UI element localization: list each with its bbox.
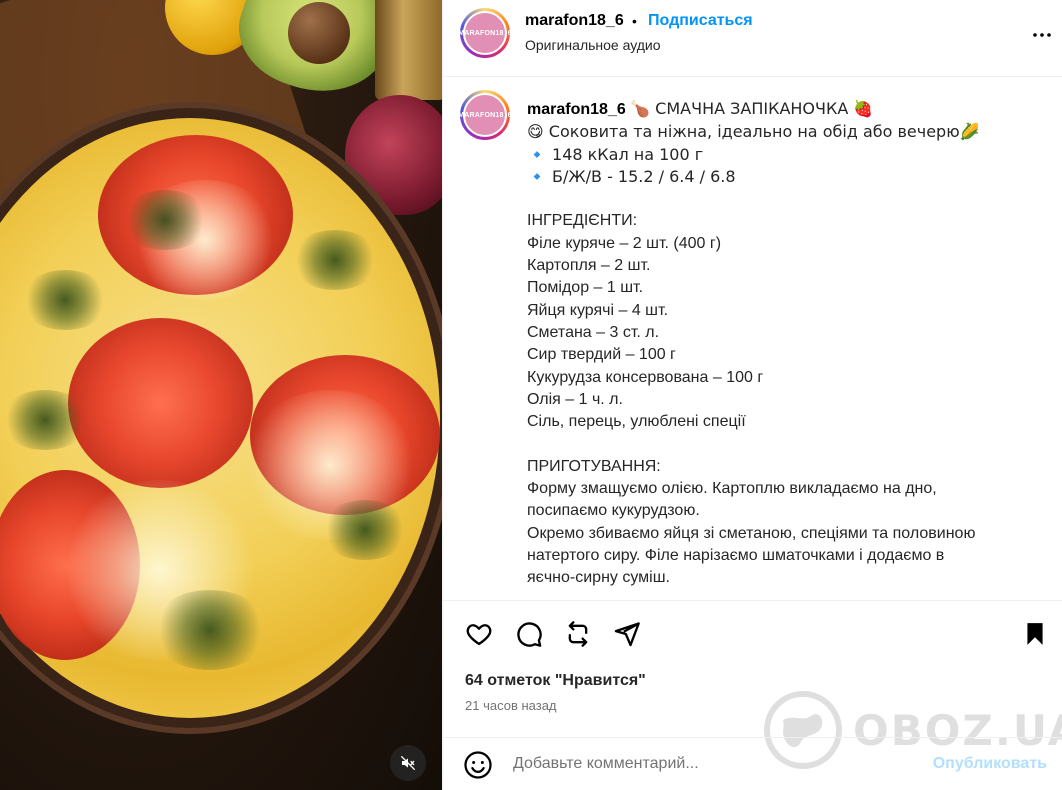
caption-line: ПРИГОТУВАННЯ: <box>527 457 661 475</box>
post-time[interactable]: 21 часов назад <box>465 698 557 713</box>
caption-line: Окремо збиваємо яйця зі сметаною, спеція… <box>527 524 976 542</box>
repost-button[interactable] <box>562 618 594 650</box>
share-button[interactable] <box>611 618 643 650</box>
caption-line: Форму змащуємо олією. Картоплю викладаєм… <box>527 480 937 498</box>
dill-garnish <box>150 590 270 670</box>
avocado-pit <box>288 2 350 64</box>
heart-icon <box>466 624 492 646</box>
caption-line: Картопля – 2 шт. <box>527 257 651 275</box>
caption-line: Сіль, перець, улюблені спеції <box>527 413 746 431</box>
caption-line: Помідор – 1 шт. <box>527 279 644 297</box>
caption-text: marafon18_6 🍗 СМАЧНА ЗАПІКАНОЧКА 🍓 😋 Сок… <box>527 98 1047 590</box>
bookmark-icon <box>1027 623 1043 645</box>
action-bar <box>443 614 1062 658</box>
caption-line: Яйця курячі – 4 шт. <box>527 301 669 319</box>
save-button[interactable] <box>1019 618 1051 650</box>
repost-icon <box>568 621 588 647</box>
bottle-image <box>375 0 442 100</box>
caption-line: 🍗 СМАЧНА ЗАПІКАНОЧКА 🍓 <box>630 99 874 118</box>
share-icon <box>614 622 640 647</box>
emoji-button[interactable] <box>463 750 493 780</box>
emoji-icon <box>464 751 492 779</box>
caption-line: натертого сиру. Філе нарізаємо шматочкам… <box>527 546 945 564</box>
caption-line: 😋 Соковита та ніжна, ідеально на обід аб… <box>527 122 980 142</box>
audio-label[interactable]: Оригинальное аудио <box>525 37 661 53</box>
post-panel: MARAFON18_6 marafon18_6 • Подписаться Ор… <box>442 0 1062 790</box>
separator-dot: • <box>632 13 637 29</box>
caption-line: 🔹 Б/Ж/В - 15.2 / 6.4 / 6.8 <box>527 166 736 186</box>
comment-icon <box>517 622 542 647</box>
avatar[interactable]: MARAFON18_6 <box>458 8 512 58</box>
caption-line <box>527 188 1047 210</box>
dill-garnish <box>20 270 110 330</box>
dill-garnish <box>320 500 410 560</box>
comment-input[interactable] <box>513 755 893 773</box>
caption-line: Сир твердий – 100 г <box>527 346 676 364</box>
caption-line: Сметана – 3 ст. л. <box>527 323 660 341</box>
speaker-muted-icon <box>400 755 416 771</box>
comment-button[interactable] <box>513 618 545 650</box>
more-options-button[interactable] <box>1029 22 1055 48</box>
publish-button[interactable]: Опубликовать <box>933 755 1047 773</box>
caption-line: яєчно-сирну суміш. <box>527 569 670 587</box>
caption-line <box>527 433 1047 455</box>
post-header: MARAFON18_6 marafon18_6 • Подписаться Ор… <box>443 0 1062 77</box>
dill-garnish <box>0 390 90 450</box>
tomato-slice <box>68 318 253 488</box>
avatar-logo-text: MARAFON18_6 <box>458 29 512 37</box>
caption-line: Кукурудза консервована – 100 г <box>527 368 764 386</box>
dill-garnish <box>290 230 380 290</box>
header-username[interactable]: marafon18_6 <box>525 12 624 30</box>
likes-count[interactable]: 64 отметок "Нравится" <box>465 672 646 690</box>
post-media[interactable] <box>0 0 442 790</box>
caption-area: MARAFON18_6 marafon18_6 🍗 СМАЧНА ЗАПІКАН… <box>443 78 1062 601</box>
caption-line: посипаємо кукурудзою. <box>527 502 700 520</box>
caption-line: ІНГРЕДІЄНТИ: <box>527 212 638 230</box>
caption-line: Олія – 1 ч. л. <box>527 390 623 408</box>
avatar-logo-text: MARAFON18_6 <box>458 111 512 119</box>
mute-button[interactable] <box>390 745 426 781</box>
caption-line: Філе куряче – 2 шт. (400 г) <box>527 234 722 252</box>
follow-button[interactable]: Подписаться <box>648 12 753 30</box>
like-button[interactable] <box>463 618 495 650</box>
caption-line: 🔹 148 кКал на 100 г <box>527 144 704 164</box>
dill-garnish <box>120 190 210 250</box>
more-icon <box>1033 33 1051 37</box>
caption-username[interactable]: marafon18_6 <box>527 101 626 118</box>
caption-avatar[interactable]: MARAFON18_6 <box>458 90 512 140</box>
comment-bar: Опубликовать <box>443 737 1062 790</box>
